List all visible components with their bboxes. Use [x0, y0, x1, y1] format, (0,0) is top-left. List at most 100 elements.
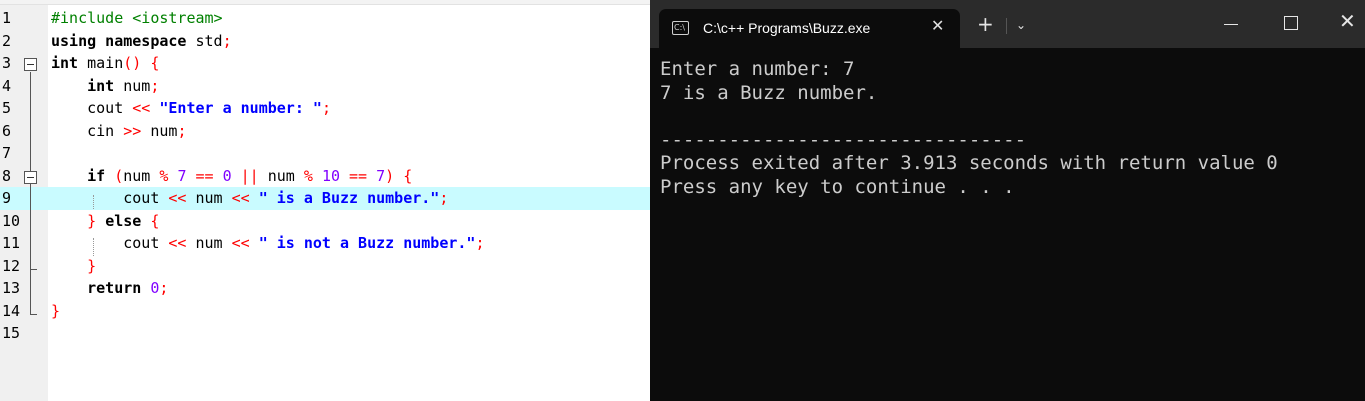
editor-tab-strip	[0, 0, 650, 5]
fold-line-if	[30, 185, 31, 269]
indent-guide	[93, 238, 94, 256]
code-token: <<	[168, 234, 196, 252]
code-token: #include <iostream>	[51, 9, 223, 27]
code-line[interactable]: 5 cout << "Enter a number: ";	[0, 97, 650, 120]
line-number: 13	[2, 279, 21, 297]
code-token: ;	[159, 279, 169, 297]
code-token: <<	[231, 234, 259, 252]
code-line[interactable]: 12 }	[0, 255, 650, 278]
fold-end-main	[30, 314, 37, 315]
window-close-button[interactable]: ✕	[1339, 11, 1356, 31]
code-line[interactable]: 9 cout << num << " is a Buzz number.";	[0, 187, 650, 210]
code-token: <<	[231, 189, 259, 207]
code-line[interactable]: 1 #include <iostream>	[0, 7, 650, 30]
code-text: int main() {	[51, 52, 159, 75]
console-line: --------------------------------	[660, 128, 1027, 151]
code-token: (	[114, 166, 124, 185]
code-token: int	[51, 54, 88, 72]
code-text: if (num % 7 == 0 || num % 10 == 7) {	[51, 165, 412, 188]
code-token: %	[303, 166, 322, 185]
code-token: return	[87, 279, 151, 297]
code-token: 0	[222, 166, 241, 185]
console-line: Press any key to continue . . .	[660, 175, 1015, 198]
code-token: 10	[321, 166, 350, 185]
console-output: Enter a number: 77 is a Buzz number. ---…	[660, 58, 1278, 199]
code-token: cin	[51, 121, 124, 140]
line-number: 11	[2, 234, 21, 252]
code-token: >>	[123, 121, 151, 140]
code-editor[interactable]: 1 #include <iostream> 2 using namespace std…	[0, 0, 650, 401]
code-token: ;	[150, 76, 160, 95]
code-token: ==	[195, 166, 223, 185]
tab-close-icon[interactable]: ✕	[931, 17, 944, 35]
code-token: " is not a Buzz number."	[258, 234, 476, 252]
code-token: num	[195, 189, 232, 207]
tab-title: C:\c++ Programs\Buzz.exe	[703, 20, 871, 36]
minimize-button[interactable]	[1224, 24, 1238, 25]
code-line[interactable]: 10 } else {	[0, 210, 650, 233]
code-token: }	[87, 256, 97, 275]
code-token: ;	[321, 99, 331, 117]
code-line[interactable]: 15	[0, 322, 650, 345]
fold-toggle-main[interactable]	[24, 58, 37, 71]
fold-end-if	[30, 269, 37, 270]
code-text: cout << num << " is a Buzz number.";	[51, 187, 448, 210]
line-number: 15	[2, 324, 21, 342]
line-number: 14	[2, 301, 21, 320]
code-text: } else {	[51, 210, 159, 233]
line-number: 1	[2, 9, 12, 27]
console-line: Process exited after 3.913 seconds with …	[660, 152, 1278, 174]
line-number: 9	[2, 189, 12, 207]
code-token: using namespace	[51, 31, 196, 50]
code-text: }	[51, 300, 60, 323]
maximize-button[interactable]	[1284, 16, 1298, 30]
code-line[interactable]: 14}	[0, 300, 650, 323]
code-token: <<	[132, 99, 160, 117]
code-line[interactable]: 13 return 0;	[0, 277, 650, 300]
code-token: cout	[51, 99, 133, 117]
code-token: std	[195, 31, 223, 50]
new-tab-button[interactable]: +	[977, 14, 994, 34]
code-line[interactable]: 6 cin >> num;	[0, 120, 650, 143]
chevron-down-icon[interactable]: ⌄	[1016, 18, 1026, 32]
code-text: int num;	[51, 75, 159, 98]
code-token: }	[51, 301, 61, 320]
code-token: ||	[240, 166, 268, 185]
code-text: }	[51, 255, 96, 278]
code-token: num	[150, 121, 178, 140]
code-token: ;	[177, 121, 187, 140]
code-line[interactable]: 4 int num;	[0, 75, 650, 98]
line-number: 10	[2, 211, 21, 230]
code-token: () {	[123, 54, 160, 72]
code-text: cout << "Enter a number: ";	[51, 97, 331, 120]
tab-separator	[1006, 18, 1007, 34]
code-token: <<	[168, 189, 196, 207]
code-token: num	[123, 76, 151, 95]
code-token: ;	[439, 189, 449, 207]
line-number: 3	[2, 54, 12, 72]
console-tab[interactable]: C:\ C:\c++ Programs\Buzz.exe ✕	[659, 9, 960, 48]
line-number: 5	[2, 99, 12, 117]
indent-guide	[93, 195, 94, 209]
console-window[interactable]: C:\ C:\c++ Programs\Buzz.exe ✕ + ⌄ ✕ Ent…	[650, 0, 1365, 401]
code-line[interactable]: 8 if (num % 7 == 0 || num % 10 == 7) {	[0, 165, 650, 188]
code-line[interactable]: 2 using namespace std;	[0, 30, 650, 53]
code-token: 7	[376, 166, 386, 185]
code-token: ;	[475, 234, 485, 252]
code-line[interactable]: 11 cout << num << " is not a Buzz number…	[0, 232, 650, 255]
fold-toggle-if[interactable]	[24, 171, 37, 184]
console-title-bar: C:\ C:\c++ Programs\Buzz.exe ✕ + ⌄ ✕	[650, 0, 1365, 48]
line-number: 7	[2, 144, 12, 162]
line-number: 12	[2, 256, 21, 275]
terminal-icon-text: C:\	[674, 23, 685, 32]
code-token: else	[105, 211, 151, 230]
code-text: cout << num << " is not a Buzz number.";	[51, 232, 485, 255]
code-token: num	[195, 234, 232, 252]
line-number: 4	[2, 76, 12, 95]
code-token: cout	[51, 234, 169, 252]
code-line[interactable]: 3 int main() {	[0, 52, 650, 75]
code-line[interactable]: 7	[0, 142, 650, 165]
console-line: 7 is a Buzz number.	[660, 81, 878, 104]
